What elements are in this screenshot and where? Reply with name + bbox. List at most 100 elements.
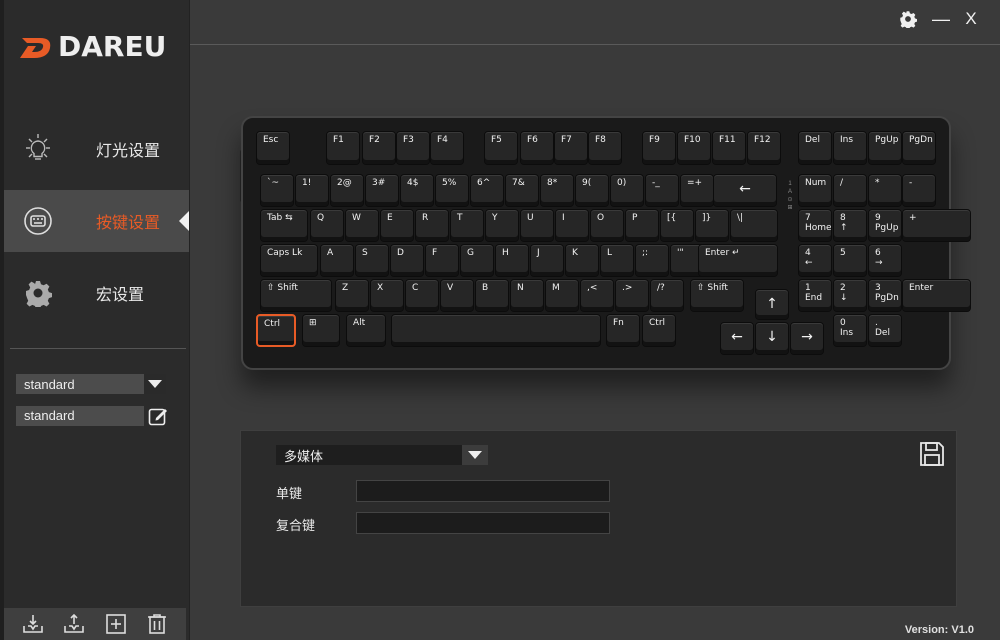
key-row5-6[interactable]: ← [720, 322, 754, 355]
key-row5-0[interactable]: Ctrl [256, 314, 296, 347]
key-row5-9[interactable]: 0 Ins [833, 314, 867, 347]
key-row0-0[interactable]: Esc [256, 131, 290, 165]
key-row1-1[interactable]: 1! [295, 174, 329, 207]
profile-name-field[interactable]: standard [16, 406, 144, 426]
key-row2-16[interactable]: 9 PgUp [868, 209, 902, 242]
import-icon[interactable] [21, 612, 45, 636]
key-row5-1[interactable]: ⊞ [302, 314, 340, 347]
key-row2-3[interactable]: E [380, 209, 414, 242]
key-row2-9[interactable]: O [590, 209, 624, 242]
key-row0-1[interactable]: F1 [326, 131, 360, 165]
key-row3-2[interactable]: S [355, 244, 389, 277]
key-row2-6[interactable]: Y [485, 209, 519, 242]
key-row3-3[interactable]: D [390, 244, 424, 277]
trash-icon[interactable] [145, 612, 169, 636]
key-row1-11[interactable]: -_ [645, 174, 679, 207]
key-row1-14[interactable]: Num [798, 174, 832, 207]
key-row2-8[interactable]: I [555, 209, 589, 242]
key-row2-0[interactable]: Tab ⇆ [260, 209, 308, 242]
key-row0-9[interactable]: F9 [642, 131, 676, 165]
key-row0-3[interactable]: F3 [396, 131, 430, 165]
key-row2-13[interactable]: \| [730, 209, 778, 242]
key-row3-9[interactable]: L [600, 244, 634, 277]
key-row0-7[interactable]: F7 [554, 131, 588, 165]
save-icon[interactable] [918, 440, 946, 468]
key-row0-10[interactable]: F10 [677, 131, 711, 165]
key-row0-6[interactable]: F6 [520, 131, 554, 165]
key-row5-5[interactable]: Ctrl [642, 314, 676, 347]
key-row5-10[interactable]: . Del [868, 314, 902, 347]
key-row4-7[interactable]: M [545, 279, 579, 312]
settings-button[interactable] [898, 9, 918, 29]
key-row3-10[interactable]: ;: [635, 244, 669, 277]
key-row4-1[interactable]: Z [335, 279, 369, 312]
key-row4-12[interactable]: ↑ [755, 289, 789, 320]
key-row2-2[interactable]: W [345, 209, 379, 242]
nav-item-lighting[interactable]: 灯光设置 [4, 118, 189, 180]
key-row1-12[interactable]: =+ [680, 174, 714, 207]
key-row0-5[interactable]: F5 [484, 131, 518, 165]
key-row3-1[interactable]: A [320, 244, 354, 277]
key-row3-14[interactable]: 5 [833, 244, 867, 277]
minimize-button[interactable]: — [932, 9, 950, 29]
key-row3-8[interactable]: K [565, 244, 599, 277]
add-icon[interactable] [104, 612, 128, 636]
key-row1-15[interactable]: / [833, 174, 867, 207]
key-row5-7[interactable]: ↓ [755, 322, 789, 355]
key-row3-0[interactable]: Caps Lk [260, 244, 318, 277]
nav-item-keys[interactable]: 按键设置 [4, 190, 189, 252]
key-row4-9[interactable]: .> [615, 279, 649, 312]
key-row1-4[interactable]: 4$ [400, 174, 434, 207]
edit-icon[interactable] [148, 406, 168, 426]
key-row1-9[interactable]: 9( [575, 174, 609, 207]
key-row4-3[interactable]: C [405, 279, 439, 312]
key-row4-11[interactable]: ⇧ Shift [690, 279, 744, 312]
key-row1-10[interactable]: 0) [610, 174, 644, 207]
key-row1-6[interactable]: 6^ [470, 174, 504, 207]
key-row1-3[interactable]: 3# [365, 174, 399, 207]
key-row1-2[interactable]: 2@ [330, 174, 364, 207]
key-row1-13[interactable]: ← [713, 174, 777, 207]
key-row4-5[interactable]: B [475, 279, 509, 312]
key-row2-14[interactable]: 7 Home [798, 209, 832, 242]
chevron-down-icon[interactable] [144, 374, 166, 394]
key-row4-15[interactable]: 3 PgDn [868, 279, 902, 312]
key-row0-12[interactable]: F12 [747, 131, 781, 165]
key-row2-5[interactable]: T [450, 209, 484, 242]
export-icon[interactable] [62, 612, 86, 636]
key-row4-16[interactable]: Enter [902, 279, 971, 312]
key-row0-2[interactable]: F2 [362, 131, 396, 165]
key-row3-15[interactable]: 6 → [868, 244, 902, 277]
key-row2-17[interactable]: + [902, 209, 971, 242]
key-row2-10[interactable]: P [625, 209, 659, 242]
key-row3-13[interactable]: 4 ← [798, 244, 832, 277]
key-row3-12[interactable]: Enter ↵ [698, 244, 778, 277]
key-row5-3[interactable] [391, 314, 601, 347]
key-row5-2[interactable]: Alt [346, 314, 386, 347]
key-row0-14[interactable]: Ins [833, 131, 867, 165]
close-button[interactable]: X [962, 9, 980, 29]
key-row0-4[interactable]: F4 [430, 131, 464, 165]
key-row0-13[interactable]: Del [798, 131, 832, 165]
key-row4-13[interactable]: 1 End [798, 279, 832, 312]
key-row0-16[interactable]: PgDn [902, 131, 936, 165]
key-row4-10[interactable]: /? [650, 279, 684, 312]
key-row3-4[interactable]: F [425, 244, 459, 277]
key-row1-0[interactable]: `~ [260, 174, 294, 207]
key-row1-16[interactable]: * [868, 174, 902, 207]
key-row1-8[interactable]: 8* [540, 174, 574, 207]
key-row1-7[interactable]: 7& [505, 174, 539, 207]
key-row4-6[interactable]: N [510, 279, 544, 312]
key-row4-2[interactable]: X [370, 279, 404, 312]
key-row3-7[interactable]: J [530, 244, 564, 277]
key-row2-12[interactable]: ]} [695, 209, 729, 242]
key-row0-11[interactable]: F11 [712, 131, 746, 165]
key-row2-1[interactable]: Q [310, 209, 344, 242]
key-row3-5[interactable]: G [460, 244, 494, 277]
key-row4-0[interactable]: ⇧ Shift [260, 279, 332, 312]
key-row1-17[interactable]: - [902, 174, 936, 207]
key-row3-6[interactable]: H [495, 244, 529, 277]
key-row0-15[interactable]: PgUp [868, 131, 902, 165]
key-row1-5[interactable]: 5% [435, 174, 469, 207]
mapping-type-select[interactable]: 多媒体 [276, 445, 488, 465]
